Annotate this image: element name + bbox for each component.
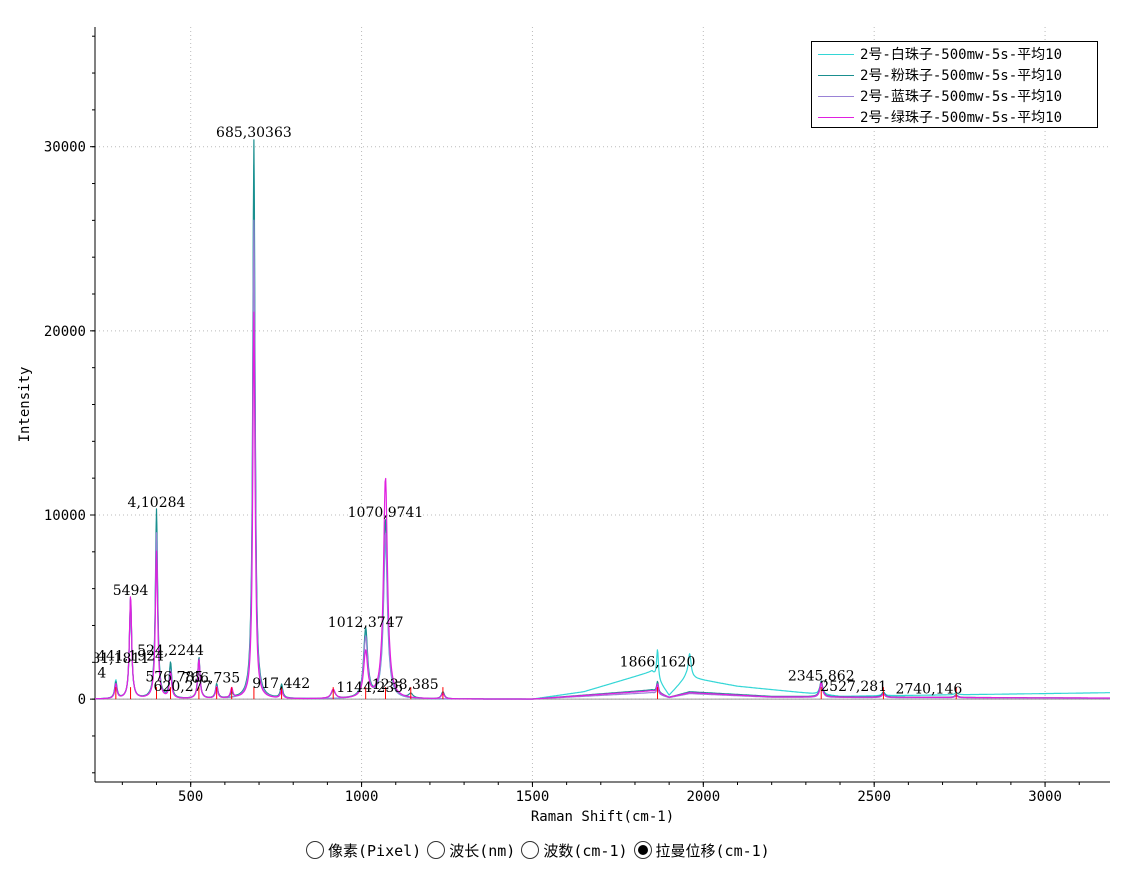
radio-label: 波数(cm-1) [543,841,628,860]
radio-raman-shift[interactable]: 拉曼位移(cm-1) [633,840,770,861]
x-axis-title: Raman Shift(cm-1) [531,809,674,825]
x-tick-label: 1000 [345,789,379,805]
radio-label: 像素(Pixel) [328,841,422,860]
peak-label: 1070,9741 [348,505,424,521]
series-line [95,311,1110,700]
radio-selected-dot [637,845,648,855]
radio-button[interactable] [521,841,540,859]
peak-label: 2527,281 [820,679,887,695]
legend-item: 2号-蓝珠子-500mw-5s-平均10 [818,85,1062,107]
x-tick-label: 500 [178,789,203,805]
y-tick-label: 20000 [44,324,86,340]
legend-swatch [818,95,854,97]
radio-button[interactable] [427,841,446,859]
peak-label: 4,10284 [128,495,186,511]
series-line [95,219,1110,700]
radio-button[interactable] [306,841,324,859]
peak-label: 1866,1620 [620,654,696,670]
series-line [95,164,1110,700]
legend-swatch [818,116,854,118]
peak-label: 281,1811 [82,651,149,667]
legend-label: 2号-绿珠子-500mw-5s-平均10 [860,110,1063,126]
radio-wavenumber[interactable]: 波数(cm-1) [521,840,628,861]
peak-label: 917,442 [252,676,310,692]
y-tick-label: 30000 [44,140,86,156]
x-tick-label: 2000 [686,789,720,805]
peak-label: 1012,3747 [328,615,404,631]
legend-item: 2号-绿珠子-500mw-5s-平均10 [818,106,1062,128]
legend-label: 2号-蓝珠子-500mw-5s-平均10 [860,89,1063,105]
peak-label: 2740,146 [895,681,962,697]
y-tick-label: 0 [78,692,86,708]
radio-pixel[interactable]: 像素(Pixel) [306,840,421,861]
unit-radio-group: 像素(Pixel) 波长(nm) 波数(cm-1) 拉曼位移(cm-1) [306,838,776,862]
x-tick-label: 2500 [857,789,891,805]
x-tick-label: 3000 [1028,789,1062,805]
radio-label: 拉曼位移(cm-1) [655,841,770,860]
legend-item: 2号-粉珠子-500mw-5s-平均10 [818,64,1062,86]
radio-button[interactable] [633,841,652,859]
radio-label: 波长(nm) [449,841,516,860]
peak-label: 685,30363 [216,125,292,141]
radio-wavelength[interactable]: 波长(nm) [427,840,515,861]
series-line [95,139,1110,700]
legend-swatch [818,74,854,76]
series-group [95,139,1110,700]
legend-label: 2号-粉珠子-500mw-5s-平均10 [860,68,1063,84]
peak-label: 1238,385 [372,677,439,693]
peak-label: 5494 [113,583,149,599]
y-tick-label: 10000 [44,508,86,524]
legend-item: 2号-白珠子-500mw-5s-平均10 [818,43,1062,65]
peak-label: 4 [97,666,106,682]
peak-label: 766,735 [182,671,240,687]
y-axis-title: Intensity [17,367,33,443]
chart-legend: 2号-白珠子-500mw-5s-平均10 2号-粉珠子-500mw-5s-平均1… [811,41,1098,128]
legend-label: 2号-白珠子-500mw-5s-平均10 [860,47,1063,63]
annotation-group: 4,102845494524,2244441,1924281,18114 576,… [82,125,962,697]
x-tick-label: 1500 [516,789,550,805]
legend-swatch [818,53,854,55]
